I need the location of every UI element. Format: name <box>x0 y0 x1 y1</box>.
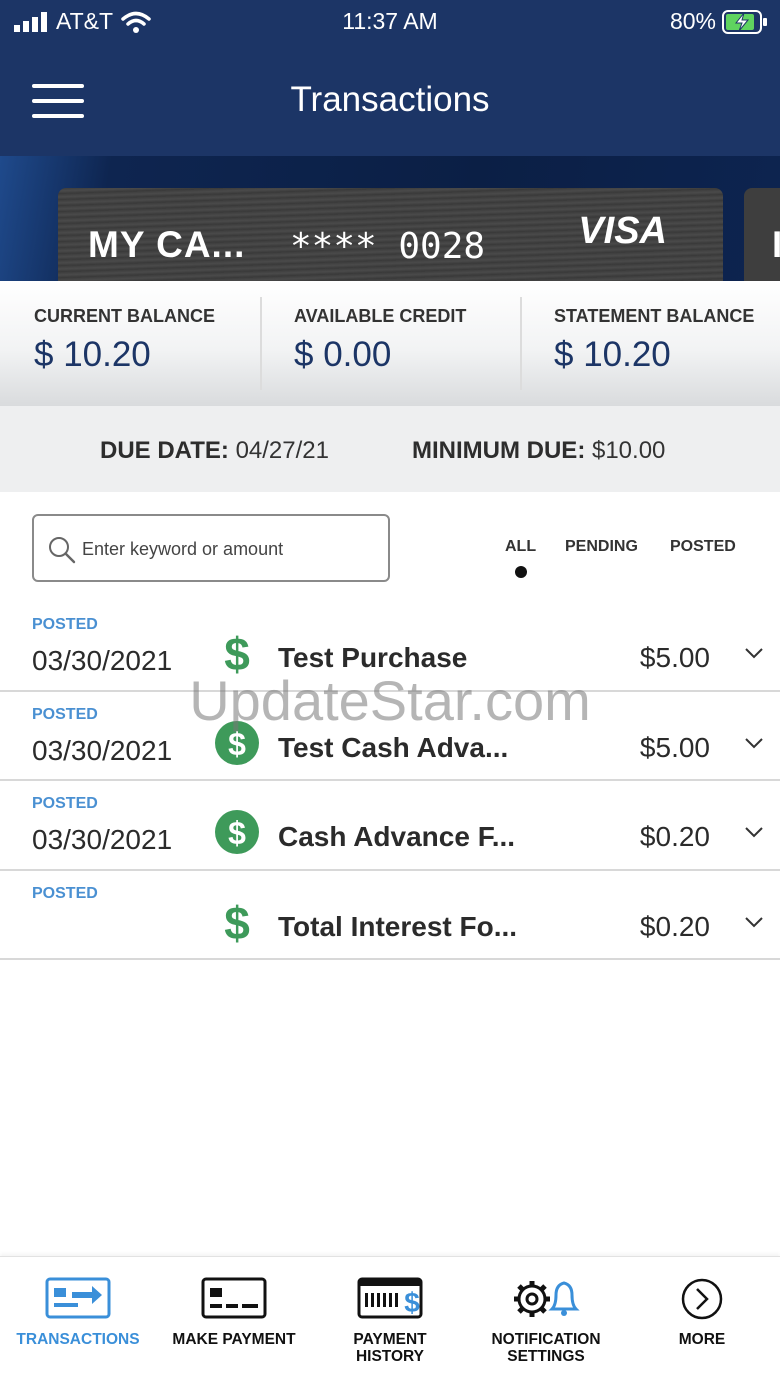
next-card-initial: I <box>772 224 780 265</box>
transaction-row[interactable]: POSTED $ Total Interest Fo... $0.20 <box>0 871 780 960</box>
nav-label: NOTIFICATION SETTINGS <box>468 1331 624 1365</box>
available-credit: AVAILABLE CREDIT $ 0.00 <box>260 297 520 390</box>
visa-logo: VISA <box>578 210 667 252</box>
statement-balance: STATEMENT BALANCE $ 10.20 <box>520 297 780 390</box>
chevron-down-icon[interactable] <box>744 646 764 660</box>
svg-text:$: $ <box>224 630 250 676</box>
status-bar: AT&T 11:37 AM 80% <box>0 0 780 44</box>
filter-all-tab[interactable]: ALL <box>505 538 536 556</box>
transaction-description: Cash Advance F... <box>278 821 516 852</box>
transaction-status: POSTED <box>32 795 98 812</box>
transaction-status: POSTED <box>32 705 98 723</box>
transaction-status: POSTED <box>32 884 98 902</box>
bottom-navigation: TRANSACTIONS MAKE PAYMENT $ PAYMENT HISTO… <box>0 1256 780 1387</box>
dollar-sign-icon: $ <box>224 899 250 945</box>
search-icon <box>49 537 76 564</box>
card-payment-icon <box>201 1277 267 1319</box>
transactions-icon <box>45 1277 111 1319</box>
selected-filter-indicator <box>515 566 527 578</box>
card-number: **** 0028 <box>290 226 486 267</box>
filter-posted-tab[interactable]: POSTED <box>670 538 736 556</box>
transaction-row[interactable]: POSTED 03/30/2021 $ Test Purchase $5.00 <box>0 602 780 692</box>
svg-text:$: $ <box>404 1287 420 1318</box>
chevron-down-icon[interactable] <box>744 736 764 750</box>
dollar-circle-icon: $ <box>215 720 259 765</box>
balance-label: CURRENT BALANCE <box>34 306 215 326</box>
transaction-row[interactable]: POSTED 03/30/2021 $ Cash Advance F... $0… <box>0 781 780 871</box>
due-info-bar: DUE DATE: 04/27/21 MINIMUM DUE: $10.00 <box>0 406 780 492</box>
transaction-date: 03/30/2021 <box>32 645 173 676</box>
svg-text:$: $ <box>228 815 246 851</box>
battery-charging-icon <box>722 9 767 34</box>
due-date-value: 04/27/21 <box>235 437 329 464</box>
search-box[interactable] <box>32 514 390 582</box>
nav-transactions[interactable]: TRANSACTIONS <box>0 1257 156 1387</box>
nav-make-payment[interactable]: MAKE PAYMENT <box>156 1257 312 1387</box>
balance-label: STATEMENT BALANCE <box>554 306 755 326</box>
nav-label-text: NOTIFICATION SETTINGS <box>491 1331 601 1365</box>
minimum-due-label: MINIMUM DUE: <box>412 437 586 464</box>
svg-text:$: $ <box>228 726 246 762</box>
nav-more[interactable]: MORE <box>624 1257 780 1387</box>
payment-history-icon: $ <box>357 1277 423 1319</box>
transaction-date: 03/30/2021 <box>32 734 173 766</box>
transaction-row[interactable]: POSTED 03/30/2021 $ Test Cash Adva... $5… <box>0 692 780 781</box>
transaction-amount: $5.00 <box>639 731 710 763</box>
chevron-right-circle-icon <box>681 1278 723 1320</box>
nav-label: TRANSACTIONS <box>16 1331 140 1348</box>
svg-text:$: $ <box>224 899 250 945</box>
balance-value: $ 10.20 <box>554 335 671 374</box>
search-input[interactable] <box>82 526 382 572</box>
page-title: Transactions <box>290 80 490 119</box>
transaction-description: Total Interest Fo... <box>278 910 518 942</box>
gear-bell-icon <box>514 1281 580 1317</box>
transaction-status: POSTED <box>32 616 98 633</box>
due-date: DUE DATE: 04/27/21 <box>100 437 329 465</box>
balance-value: $ 0.00 <box>294 335 392 374</box>
transaction-date: 03/30/2021 <box>32 824 173 855</box>
transaction-amount: $0.20 <box>639 821 710 852</box>
balance-value: $ 10.20 <box>34 335 151 374</box>
credit-card[interactable]: MY CA... **** 0028 VISA <box>58 188 723 281</box>
clock: 11:37 AM <box>342 8 438 34</box>
transaction-amount: $5.00 <box>639 642 710 673</box>
transaction-amount: $0.20 <box>639 910 710 942</box>
battery-percent: 80% <box>669 8 716 34</box>
dollar-sign-icon: $ <box>224 630 250 676</box>
balance-summary: CURRENT BALANCE $ 10.20 AVAILABLE CREDIT… <box>0 281 780 406</box>
nav-label: MORE <box>678 1331 726 1348</box>
transaction-description: Test Cash Adva... <box>278 731 509 763</box>
card-name: MY CA... <box>88 224 246 265</box>
filter-pending-tab[interactable]: PENDING <box>565 538 638 556</box>
dollar-circle-icon: $ <box>215 810 259 854</box>
transaction-description: Test Purchase <box>278 642 468 673</box>
transaction-list: POSTED 03/30/2021 $ Test Purchase $5.00 … <box>0 602 780 960</box>
nav-label: MAKE PAYMENT <box>172 1331 296 1348</box>
due-date-label: DUE DATE: <box>100 437 229 464</box>
next-card-peek[interactable]: I <box>744 188 780 281</box>
current-balance: CURRENT BALANCE $ 10.20 <box>0 297 260 390</box>
nav-payment-history[interactable]: $ PAYMENT HISTORY <box>312 1257 468 1387</box>
minimum-due: MINIMUM DUE: $10.00 <box>412 437 665 465</box>
card-carousel[interactable]: MY CA... **** 0028 VISA I <box>0 156 780 281</box>
balance-label: AVAILABLE CREDIT <box>294 306 467 326</box>
nav-label: PAYMENT HISTORY <box>312 1331 468 1365</box>
chevron-down-icon[interactable] <box>744 915 764 929</box>
app-header: AT&T 11:37 AM 80% Transactions <box>0 0 780 156</box>
nav-notification-settings[interactable]: NOTIFICATION SETTINGS <box>468 1257 624 1387</box>
chevron-down-icon[interactable] <box>744 825 764 839</box>
nav-label-text: PAYMENT HISTORY <box>353 1331 427 1365</box>
minimum-due-value: $10.00 <box>591 437 666 464</box>
